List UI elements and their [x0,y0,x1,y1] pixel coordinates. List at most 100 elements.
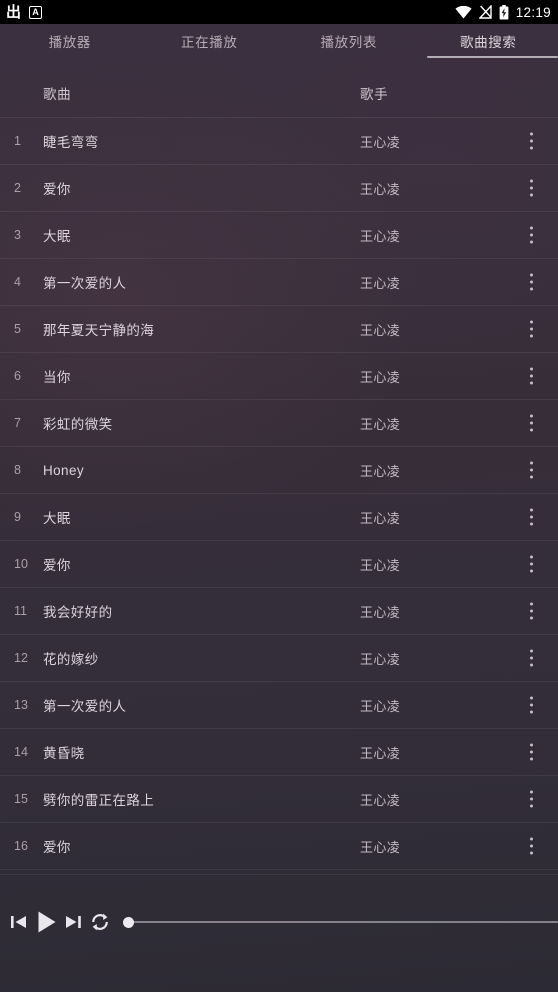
column-header: 歌曲 歌手 [0,58,558,118]
row-artist: 王心凌 [360,134,401,150]
music-player-screen: 出 A 12:19 播放器 正在播放 播放列表 歌曲搜索 歌曲 歌手 1 睫毛弯… [0,0,558,992]
overflow-menu-icon[interactable] [523,508,539,527]
table-row[interactable]: 13 第一次爱的人 王心凌 [0,682,558,729]
row-song-title: 爱你 [43,558,71,573]
row-index: 16 [14,839,28,853]
ime-indicator-icon: 出 [6,2,22,21]
overflow-menu-icon[interactable] [523,320,539,339]
song-list[interactable]: 1 睫毛弯弯 王心凌 2 爱你 王心凌 3 大眠 王心凌 4 第一次爱的人 王心凌 5 那年夏天宁静的海王… [0,118,558,874]
battery-charging-icon [499,4,509,20]
overflow-menu-icon[interactable] [523,414,539,433]
status-bar: 出 A 12:19 [0,0,558,24]
tab-playlist-label: 播放列表 [320,35,377,50]
table-row[interactable]: 1 睫毛弯弯 王心凌 [0,118,558,165]
row-artist: 王心凌 [360,322,401,338]
tab-song-search-label: 歌曲搜索 [460,35,517,50]
column-header-artist: 歌手 [360,87,389,102]
row-artist: 王心凌 [360,745,401,761]
table-row[interactable]: 14 黄昏晓 王心凌 [0,729,558,776]
row-index: 3 [14,228,21,242]
row-song-title: 花的嫁纱 [43,652,99,667]
overflow-menu-icon[interactable] [523,837,539,856]
clock: 12:19 [515,4,551,20]
table-row[interactable]: 11 我会好好的 王心凌 [0,588,558,635]
row-song-title: 大眠 [43,229,71,244]
row-index: 12 [14,651,28,665]
next-track-icon[interactable] [62,912,84,932]
player-controls [0,905,558,939]
table-row[interactable]: 15 劈你的雷正在路上 王心凌 [0,776,558,823]
row-index: 9 [14,510,21,524]
player-bar [0,874,558,992]
tab-player[interactable]: 播放器 [0,24,140,58]
row-artist: 王心凌 [360,557,401,573]
row-index: 7 [14,416,21,430]
table-row[interactable]: 10 爱你 王心凌 [0,541,558,588]
row-artist: 王心凌 [360,651,401,667]
signal-off-icon [478,5,492,19]
tab-bar: 播放器 正在播放 播放列表 歌曲搜索 [0,24,558,58]
overflow-menu-icon[interactable] [523,602,539,621]
row-artist: 王心凌 [360,510,401,526]
row-index: 6 [14,369,21,383]
table-row[interactable]: 16 爱你 王心凌 [0,823,558,870]
tab-playlist[interactable]: 播放列表 [279,24,419,58]
overflow-menu-icon[interactable] [523,743,539,762]
table-row[interactable]: 9 大眠 王心凌 [0,494,558,541]
row-song-title: Honey [43,462,85,478]
row-index: 1 [14,134,21,148]
row-song-title: 劈你的雷正在路上 [43,793,155,808]
row-song-title: 大眠 [43,511,71,526]
overflow-menu-icon[interactable] [523,273,539,292]
table-row[interactable]: 4 第一次爱的人 王心凌 [0,259,558,306]
row-index: 11 [14,604,27,618]
row-artist: 王心凌 [360,604,401,620]
row-index: 14 [14,745,28,759]
overflow-menu-icon[interactable] [523,367,539,386]
row-song-title: 彩虹的微笑 [43,417,113,432]
row-artist: 王心凌 [360,181,401,197]
seek-slider[interactable] [120,908,558,936]
table-row[interactable]: 6 当你 王心凌 [0,353,558,400]
table-row[interactable]: 12 花的嫁纱 王心凌 [0,635,558,682]
table-row[interactable]: 7 彩虹的微笑 王心凌 [0,400,558,447]
tab-song-search[interactable]: 歌曲搜索 [419,24,558,58]
overflow-menu-icon[interactable] [523,226,539,245]
row-song-title: 爱你 [43,182,71,197]
row-index: 15 [14,792,28,806]
table-row[interactable]: 8 Honey 王心凌 [0,447,558,494]
table-row[interactable]: 3 大眠 王心凌 [0,212,558,259]
row-song-title: 第一次爱的人 [43,699,127,714]
player-bar-divider [0,874,558,875]
seek-track [130,921,558,923]
overflow-menu-icon[interactable] [523,790,539,809]
row-index: 8 [14,463,21,477]
repeat-icon[interactable] [89,911,111,933]
seek-thumb[interactable] [123,916,134,928]
overflow-menu-icon[interactable] [523,179,539,198]
status-bar-left: 出 A [6,2,43,21]
row-index: 10 [14,557,28,571]
overflow-menu-icon[interactable] [523,696,539,715]
overflow-menu-icon[interactable] [523,555,539,574]
row-artist: 王心凌 [360,369,401,385]
row-song-title: 当你 [43,370,71,385]
row-artist: 王心凌 [360,792,401,808]
table-row[interactable]: 5 那年夏天宁静的海 王心凌 [0,306,558,353]
row-song-title: 睫毛弯弯 [43,135,99,150]
table-row[interactable]: 2 爱你 王心凌 [0,165,558,212]
row-artist: 王心凌 [360,416,401,432]
previous-track-icon[interactable] [9,912,31,932]
row-index: 5 [14,322,21,336]
row-song-title: 黄昏晓 [43,746,85,761]
row-index: 2 [14,181,21,195]
overflow-menu-icon[interactable] [523,132,539,151]
play-icon[interactable] [34,908,60,936]
tab-now-playing[interactable]: 正在播放 [140,24,280,58]
column-header-divider [0,117,558,118]
status-bar-right: 12:19 [455,4,551,20]
overflow-menu-icon[interactable] [523,461,539,480]
overflow-menu-icon[interactable] [523,649,539,668]
tab-player-label: 播放器 [48,35,91,50]
column-header-song: 歌曲 [43,87,72,102]
